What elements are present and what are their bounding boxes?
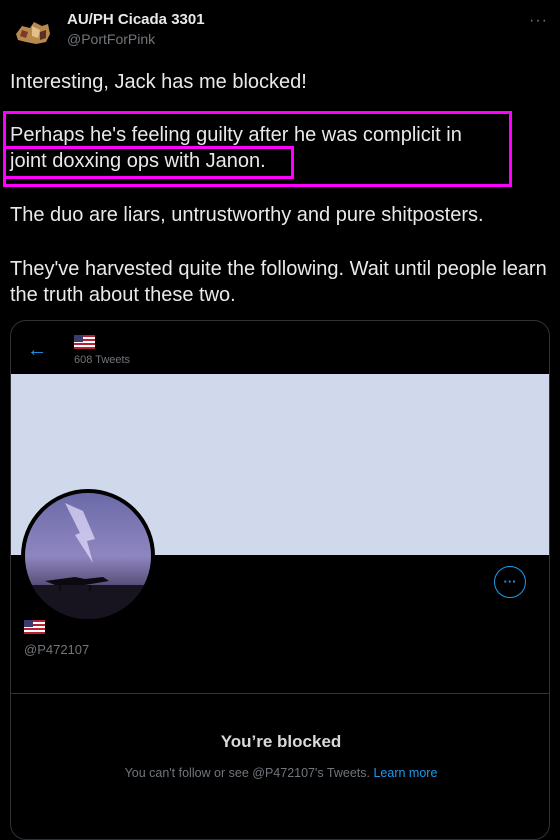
blocked-message-text: You can't follow or see @P472107's Tweet… [124,766,370,780]
author-avatar[interactable] [12,12,54,54]
author-name[interactable]: AU/PH Cicada 3301 [67,11,205,28]
us-flag-icon [74,335,95,349]
tweet-paragraph-3: The duo are liars, untrustworthy and pur… [10,204,484,226]
highlight-box-inner [3,146,294,179]
blocked-message: You can't follow or see @P472107's Tweet… [11,766,549,780]
tweet-paragraph-1: Interesting, Jack has me blocked! [10,71,307,93]
more-horizontal-icon[interactable]: ··· [529,12,548,30]
profile-picture[interactable] [21,489,155,623]
tweet-count: 608 Tweets [74,354,131,366]
profile-more-button[interactable]: ··· [494,566,526,598]
embedded-profile-card[interactable]: ← 608 Tweets ··· @P472107 You’re blocked… [10,320,550,840]
tweet-paragraph-4: They've harvested quite the following. W… [10,258,547,306]
learn-more-link[interactable]: Learn more [373,766,437,780]
back-arrow-icon[interactable]: ← [27,339,47,362]
profile-handle: @P472107 [24,642,90,657]
author-handle[interactable]: @PortForPink [67,31,155,47]
tweet-header: AU/PH Cicada 3301 @PortForPink ··· [0,0,560,64]
divider [11,693,549,694]
blocked-title: You’re blocked [220,732,342,751]
us-flag-icon [24,620,45,634]
